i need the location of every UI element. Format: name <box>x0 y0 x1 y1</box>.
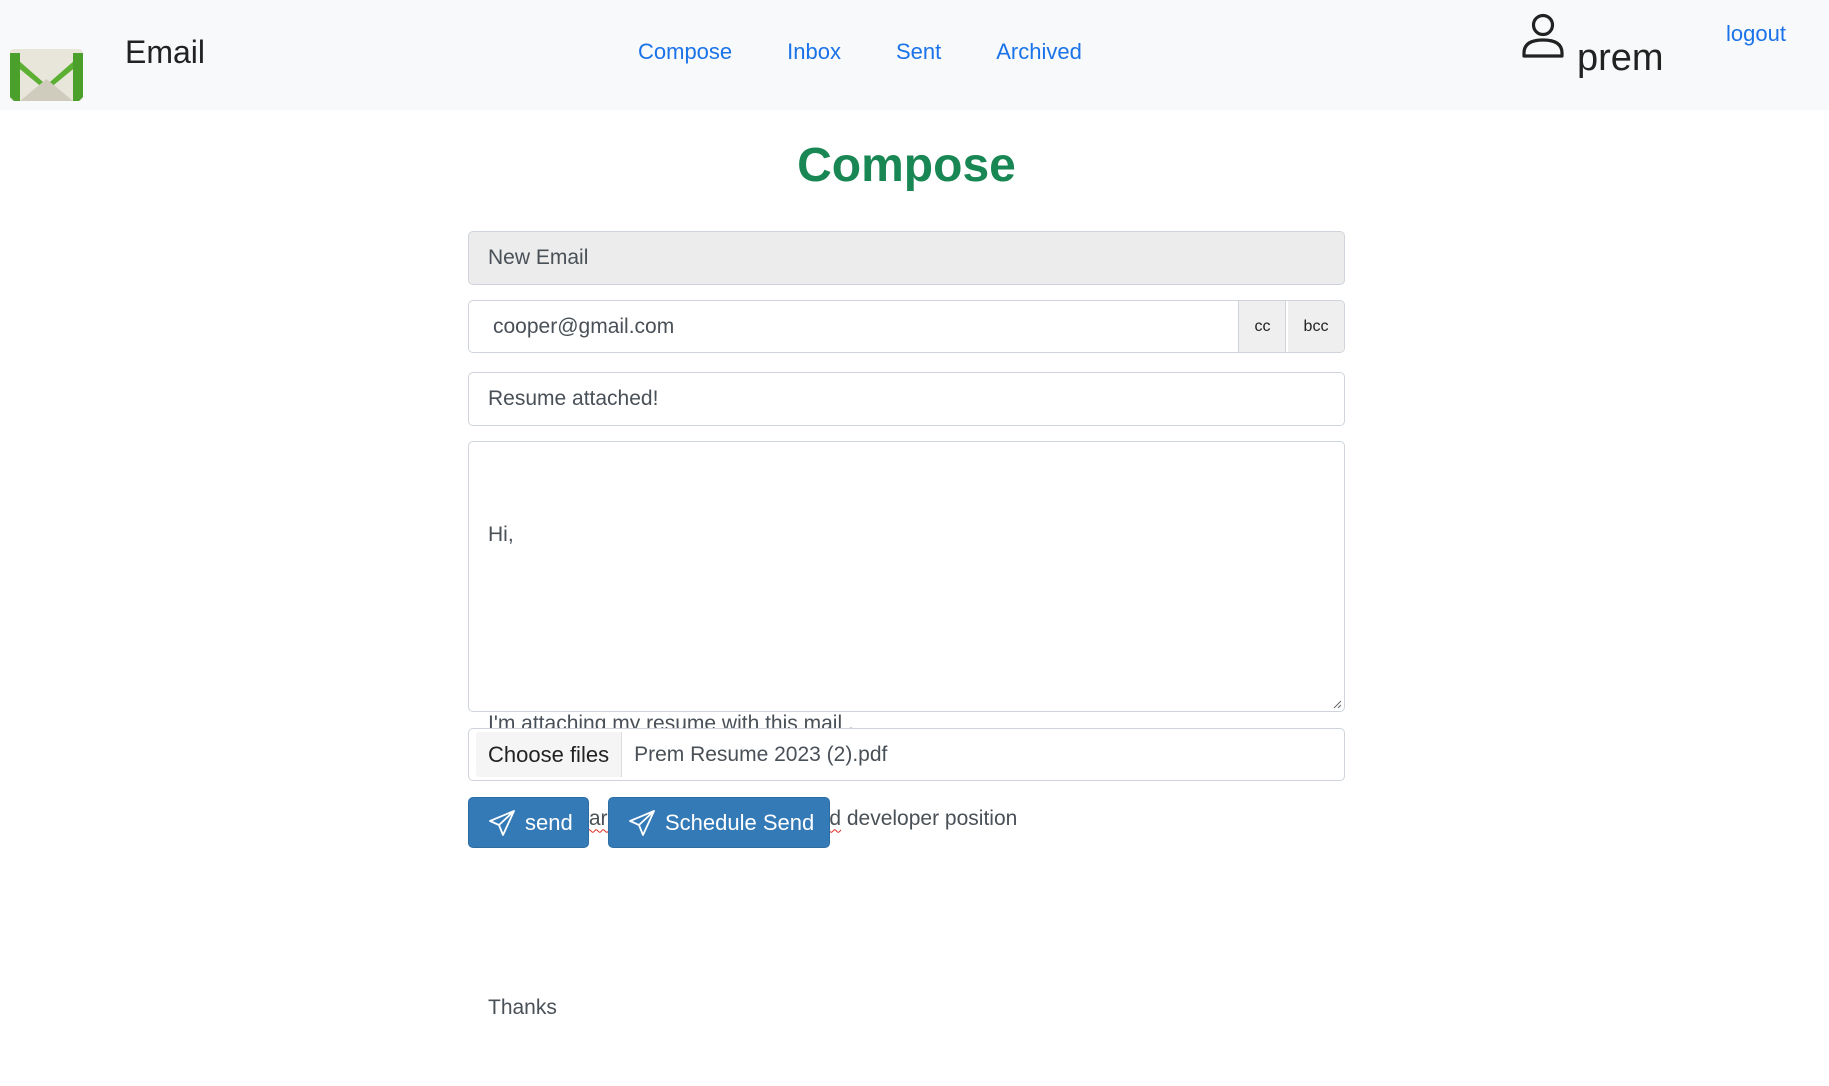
navbar: Email Compose Inbox Sent Archived prem l… <box>0 0 1829 110</box>
user-icon <box>1522 13 1564 58</box>
recipient-input[interactable] <box>469 301 1238 352</box>
bcc-button[interactable]: bcc <box>1286 301 1344 352</box>
nav-sent[interactable]: Sent <box>896 38 941 66</box>
nav-compose[interactable]: Compose <box>638 38 732 66</box>
selected-file-name: Prem Resume 2023 (2).pdf <box>634 742 888 766</box>
choose-files-button[interactable]: Choose files <box>476 732 623 777</box>
cc-button[interactable]: cc <box>1238 301 1286 352</box>
paper-plane-icon <box>629 809 655 836</box>
body-line: Thanks <box>488 995 557 1019</box>
email-logo-icon[interactable] <box>8 47 85 103</box>
body-line <box>488 897 1325 929</box>
message-body-textarea[interactable]: Hi, I'm attaching my resume with this ma… <box>468 441 1345 1019</box>
user-name: prem <box>1577 37 1664 79</box>
paper-plane-icon <box>489 809 515 836</box>
resize-handle-icon[interactable] <box>1332 699 1342 709</box>
compose-header: New Email <box>468 231 1345 285</box>
send-label: send <box>525 809 573 835</box>
nav-inbox[interactable]: Inbox <box>787 38 841 66</box>
main-nav: Compose Inbox Sent Archived <box>638 38 1137 66</box>
logout-link[interactable]: logout <box>1726 20 1786 48</box>
body-line <box>488 614 1325 646</box>
schedule-send-label: Schedule Send <box>665 809 815 835</box>
send-button[interactable]: send <box>468 797 589 848</box>
subject-input[interactable]: Resume attached! <box>468 372 1345 426</box>
nav-archived[interactable]: Archived <box>996 38 1082 66</box>
page-title: Compose <box>797 139 1016 192</box>
schedule-send-button[interactable]: Schedule Send <box>608 797 830 848</box>
brand-name[interactable]: Email <box>125 32 205 72</box>
recipient-group: cc bcc <box>468 300 1345 353</box>
body-line: Hi, <box>488 523 514 546</box>
file-input: Choose files Prem Resume 2023 (2).pdf <box>468 728 1345 781</box>
